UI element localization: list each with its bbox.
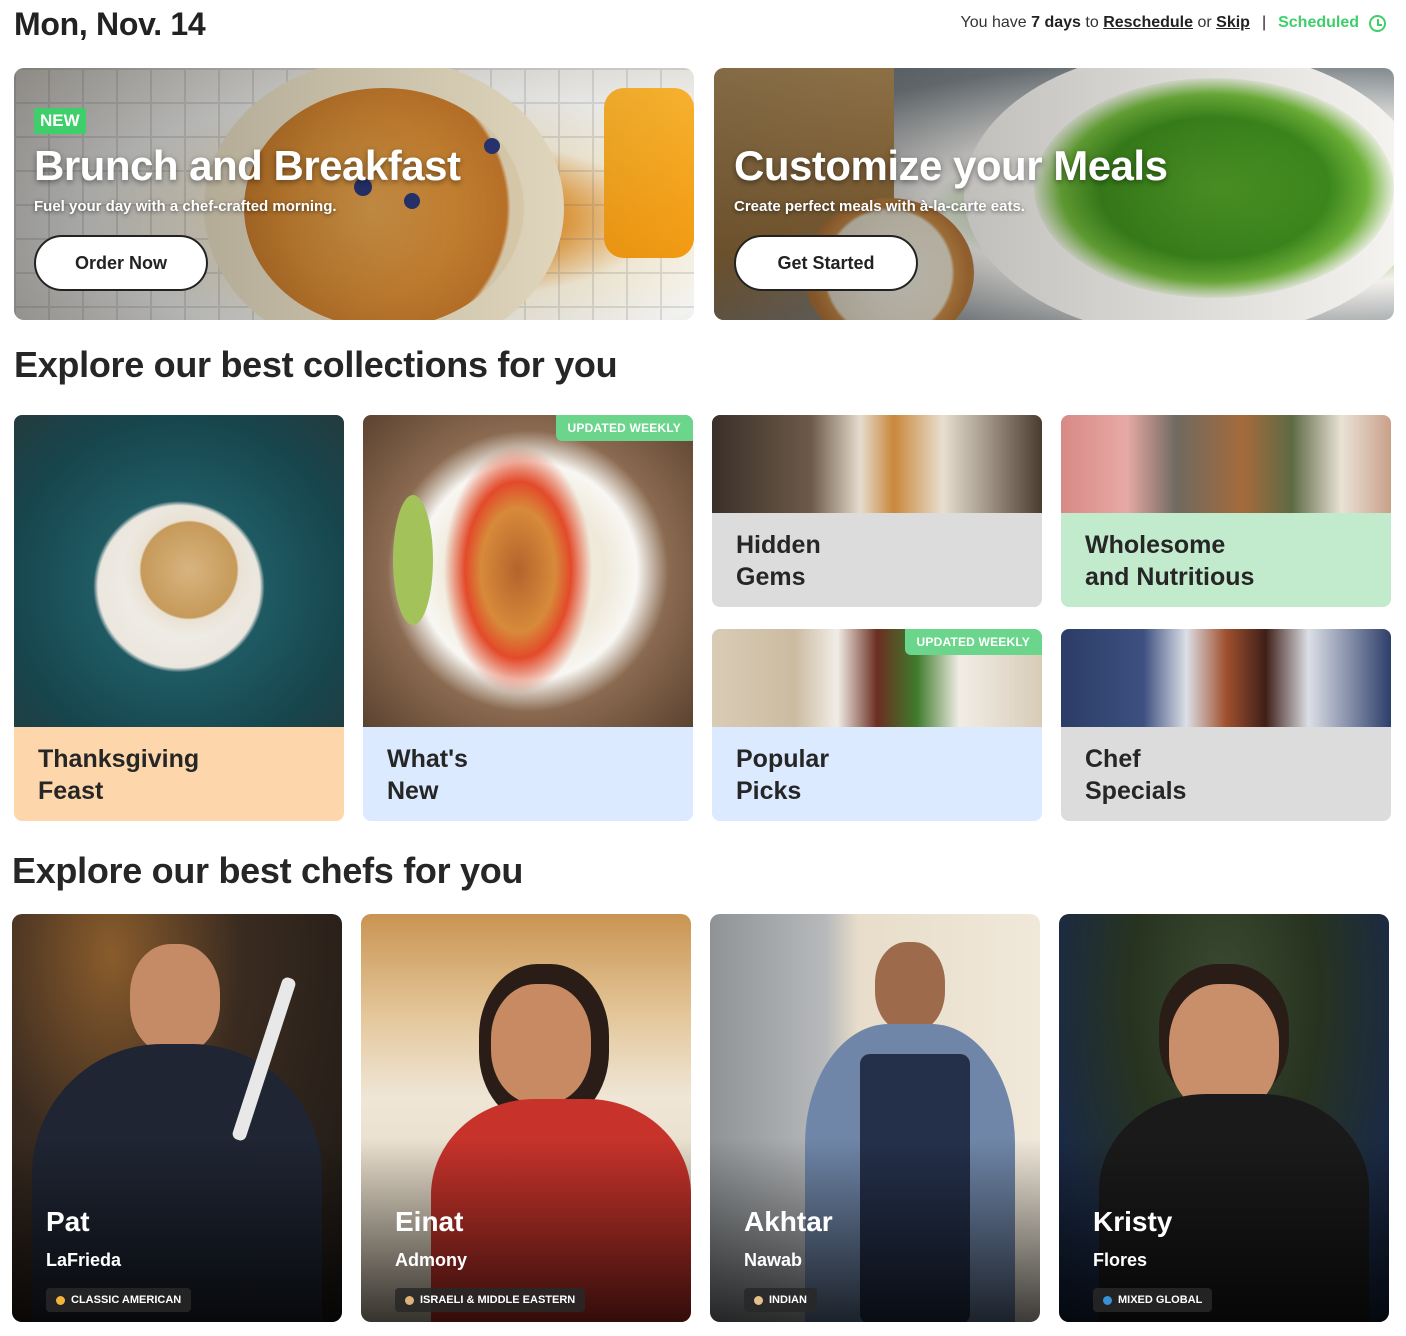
collection-card-hidden-gems[interactable]: Hidden Gems xyxy=(712,415,1042,607)
chef-card-akhtar-nawab[interactable]: Akhtar Nawab INDIAN xyxy=(710,914,1040,1322)
hero-banner-brunch[interactable]: NEW Brunch and Breakfast Fuel your day w… xyxy=(14,68,694,320)
hero-subtitle: Create perfect meals with à-la-carte eat… xyxy=(734,198,1025,215)
chef-first-name: Pat xyxy=(46,1206,90,1237)
collection-image xyxy=(1061,415,1391,513)
cuisine-badge: CLASSIC AMERICAN xyxy=(46,1288,192,1312)
collection-label: Popular Picks xyxy=(712,727,1042,821)
separator: | xyxy=(1261,14,1267,31)
collection-label: Chef Specials xyxy=(1061,727,1391,821)
chef-last-name: Flores xyxy=(1093,1250,1148,1270)
collection-card-chef-specials[interactable]: Chef Specials xyxy=(1061,629,1391,821)
burger-icon xyxy=(56,1295,65,1305)
new-badge: NEW xyxy=(34,108,86,134)
collection-label: Hidden Gems xyxy=(712,513,1042,607)
updated-weekly-badge: UPDATED WEEKLY xyxy=(555,415,693,441)
notice-days: 7 days xyxy=(1031,14,1081,31)
updated-weekly-badge: UPDATED WEEKLY xyxy=(904,629,1042,655)
chef-last-name: Admony xyxy=(395,1250,467,1270)
collection-label: Wholesome and Nutritious xyxy=(1061,513,1391,607)
notice-to: to xyxy=(1085,14,1099,31)
pita-icon xyxy=(405,1295,414,1305)
chef-first-name: Einat xyxy=(395,1206,464,1237)
skip-link[interactable]: Skip xyxy=(1216,14,1250,32)
collection-image xyxy=(363,415,693,727)
collection-image xyxy=(14,415,344,727)
clock-icon xyxy=(1369,14,1386,32)
hero-subtitle: Fuel your day with a chef-crafted mornin… xyxy=(34,198,337,215)
scheduled-status[interactable]: Scheduled xyxy=(1278,14,1359,32)
chef-last-name: Nawab xyxy=(744,1250,803,1270)
cuisine-badge: ISRAELI & MIDDLE EASTERN xyxy=(395,1288,586,1312)
chef-card-kristy-flores[interactable]: Kristy Flores MIXED GLOBAL xyxy=(1059,914,1389,1322)
collection-card-whats-new[interactable]: UPDATED WEEKLY What's New xyxy=(363,415,693,821)
delivery-notice: You have 7 days to Reschedule or Skip | … xyxy=(961,14,1386,32)
collection-image xyxy=(1061,629,1391,727)
chef-first-name: Akhtar xyxy=(744,1206,833,1237)
notice-or: or xyxy=(1197,14,1212,31)
hero-title: Brunch and Breakfast xyxy=(34,142,461,189)
hero-banner-customize[interactable]: Customize your Meals Create perfect meal… xyxy=(714,68,1394,320)
cuisine-badge: MIXED GLOBAL xyxy=(1093,1288,1213,1312)
collection-image xyxy=(712,415,1042,513)
collection-label: What's New xyxy=(363,727,693,821)
collection-card-wholesome[interactable]: Wholesome and Nutritious xyxy=(1061,415,1391,607)
chef-card-einat-admony[interactable]: Einat Admony ISRAELI & MIDDLE EASTERN xyxy=(361,914,691,1322)
collection-label: Thanksgiving Feast xyxy=(14,727,344,821)
bread-icon xyxy=(754,1295,763,1305)
chef-first-name: Kristy xyxy=(1093,1206,1173,1237)
chefs-section-title: Explore our best chefs for you xyxy=(12,850,524,891)
globe-icon xyxy=(1103,1295,1112,1305)
collections-section-title: Explore our best collections for you xyxy=(14,344,618,385)
notice-prefix: You have xyxy=(960,14,1027,31)
hero-title: Customize your Meals xyxy=(734,142,1168,189)
order-now-button[interactable]: Order Now xyxy=(34,235,208,291)
collection-card-popular-picks[interactable]: UPDATED WEEKLY Popular Picks xyxy=(712,629,1042,821)
get-started-button[interactable]: Get Started xyxy=(734,235,918,291)
cuisine-badge: INDIAN xyxy=(744,1288,817,1312)
collection-card-thanksgiving[interactable]: Thanksgiving Feast xyxy=(14,415,344,821)
page-date: Mon, Nov. 14 xyxy=(14,6,206,42)
chef-card-pat-lafrieda[interactable]: Pat LaFrieda CLASSIC AMERICAN xyxy=(12,914,342,1322)
reschedule-link[interactable]: Reschedule xyxy=(1103,14,1193,32)
chef-last-name: LaFrieda xyxy=(46,1250,122,1270)
